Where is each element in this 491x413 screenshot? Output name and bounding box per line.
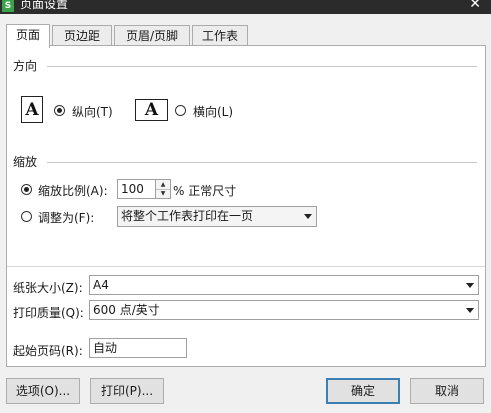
chevron-down-icon bbox=[466, 283, 474, 288]
landscape-label: 横向(L) bbox=[193, 105, 234, 119]
scale-radio[interactable] bbox=[21, 184, 32, 195]
chevron-down-icon bbox=[466, 308, 474, 313]
orientation-group-label: 方向 bbox=[13, 59, 38, 73]
fit-select-value: 将整个工作表打印在一页 bbox=[121, 209, 254, 223]
print-quality-value: 600 点/英寸 bbox=[93, 303, 160, 317]
scaling-divider bbox=[47, 162, 477, 163]
spin-down-icon[interactable]: ▼ bbox=[156, 189, 170, 198]
fit-label: 调整为(F): bbox=[38, 211, 95, 225]
print-button[interactable]: 打印(P)... bbox=[90, 378, 164, 404]
page-settings-panel: 方向 A 纵向(T) A 横向(L) 缩放 缩放比例(A): 100 ▲ ▼ %… bbox=[6, 45, 486, 367]
scaling-group-label: 缩放 bbox=[13, 155, 38, 169]
tab-page[interactable]: 页面 bbox=[6, 24, 50, 48]
tab-sheet[interactable]: 工作表 bbox=[192, 25, 248, 46]
landscape-page-icon: A bbox=[135, 99, 168, 121]
scale-input[interactable]: 100 ▲ ▼ bbox=[117, 179, 171, 199]
landscape-radio[interactable] bbox=[175, 105, 186, 116]
first-page-label: 起始页码(R): bbox=[13, 344, 83, 358]
ok-button[interactable]: 确定 bbox=[326, 378, 400, 404]
paper-size-select[interactable]: A4 bbox=[89, 275, 479, 295]
first-page-input[interactable]: 自动 bbox=[89, 338, 187, 358]
scale-suffix: % 正常尺寸 bbox=[173, 184, 237, 198]
section-divider bbox=[7, 266, 485, 267]
chevron-down-icon bbox=[304, 214, 312, 219]
print-quality-label: 打印质量(Q): bbox=[13, 306, 84, 320]
scale-label: 缩放比例(A): bbox=[38, 184, 108, 198]
portrait-label: 纵向(T) bbox=[72, 105, 113, 119]
paper-size-label: 纸张大小(Z): bbox=[13, 281, 83, 295]
fit-radio[interactable] bbox=[21, 211, 32, 222]
scale-stepper[interactable]: ▲ ▼ bbox=[155, 180, 170, 198]
cancel-button[interactable]: 取消 bbox=[410, 378, 484, 404]
window-title: 页面设置 bbox=[20, 0, 69, 11]
wps-app-icon: S bbox=[2, 0, 14, 12]
close-icon[interactable]: ✕ bbox=[469, 0, 481, 12]
options-button[interactable]: 选项(O)... bbox=[6, 378, 80, 404]
tab-margins[interactable]: 页边距 bbox=[52, 25, 112, 46]
title-bar: S 页面设置 ✕ bbox=[0, 0, 491, 14]
first-page-value: 自动 bbox=[93, 341, 118, 355]
orientation-divider bbox=[47, 66, 477, 67]
scale-value: 100 bbox=[121, 182, 144, 196]
fit-select[interactable]: 将整个工作表打印在一页 bbox=[117, 206, 317, 227]
print-quality-select[interactable]: 600 点/英寸 bbox=[89, 300, 479, 320]
paper-size-value: A4 bbox=[93, 278, 109, 292]
portrait-radio[interactable] bbox=[54, 105, 65, 116]
tab-header-footer[interactable]: 页眉/页脚 bbox=[114, 25, 190, 46]
portrait-page-icon: A bbox=[21, 96, 43, 123]
